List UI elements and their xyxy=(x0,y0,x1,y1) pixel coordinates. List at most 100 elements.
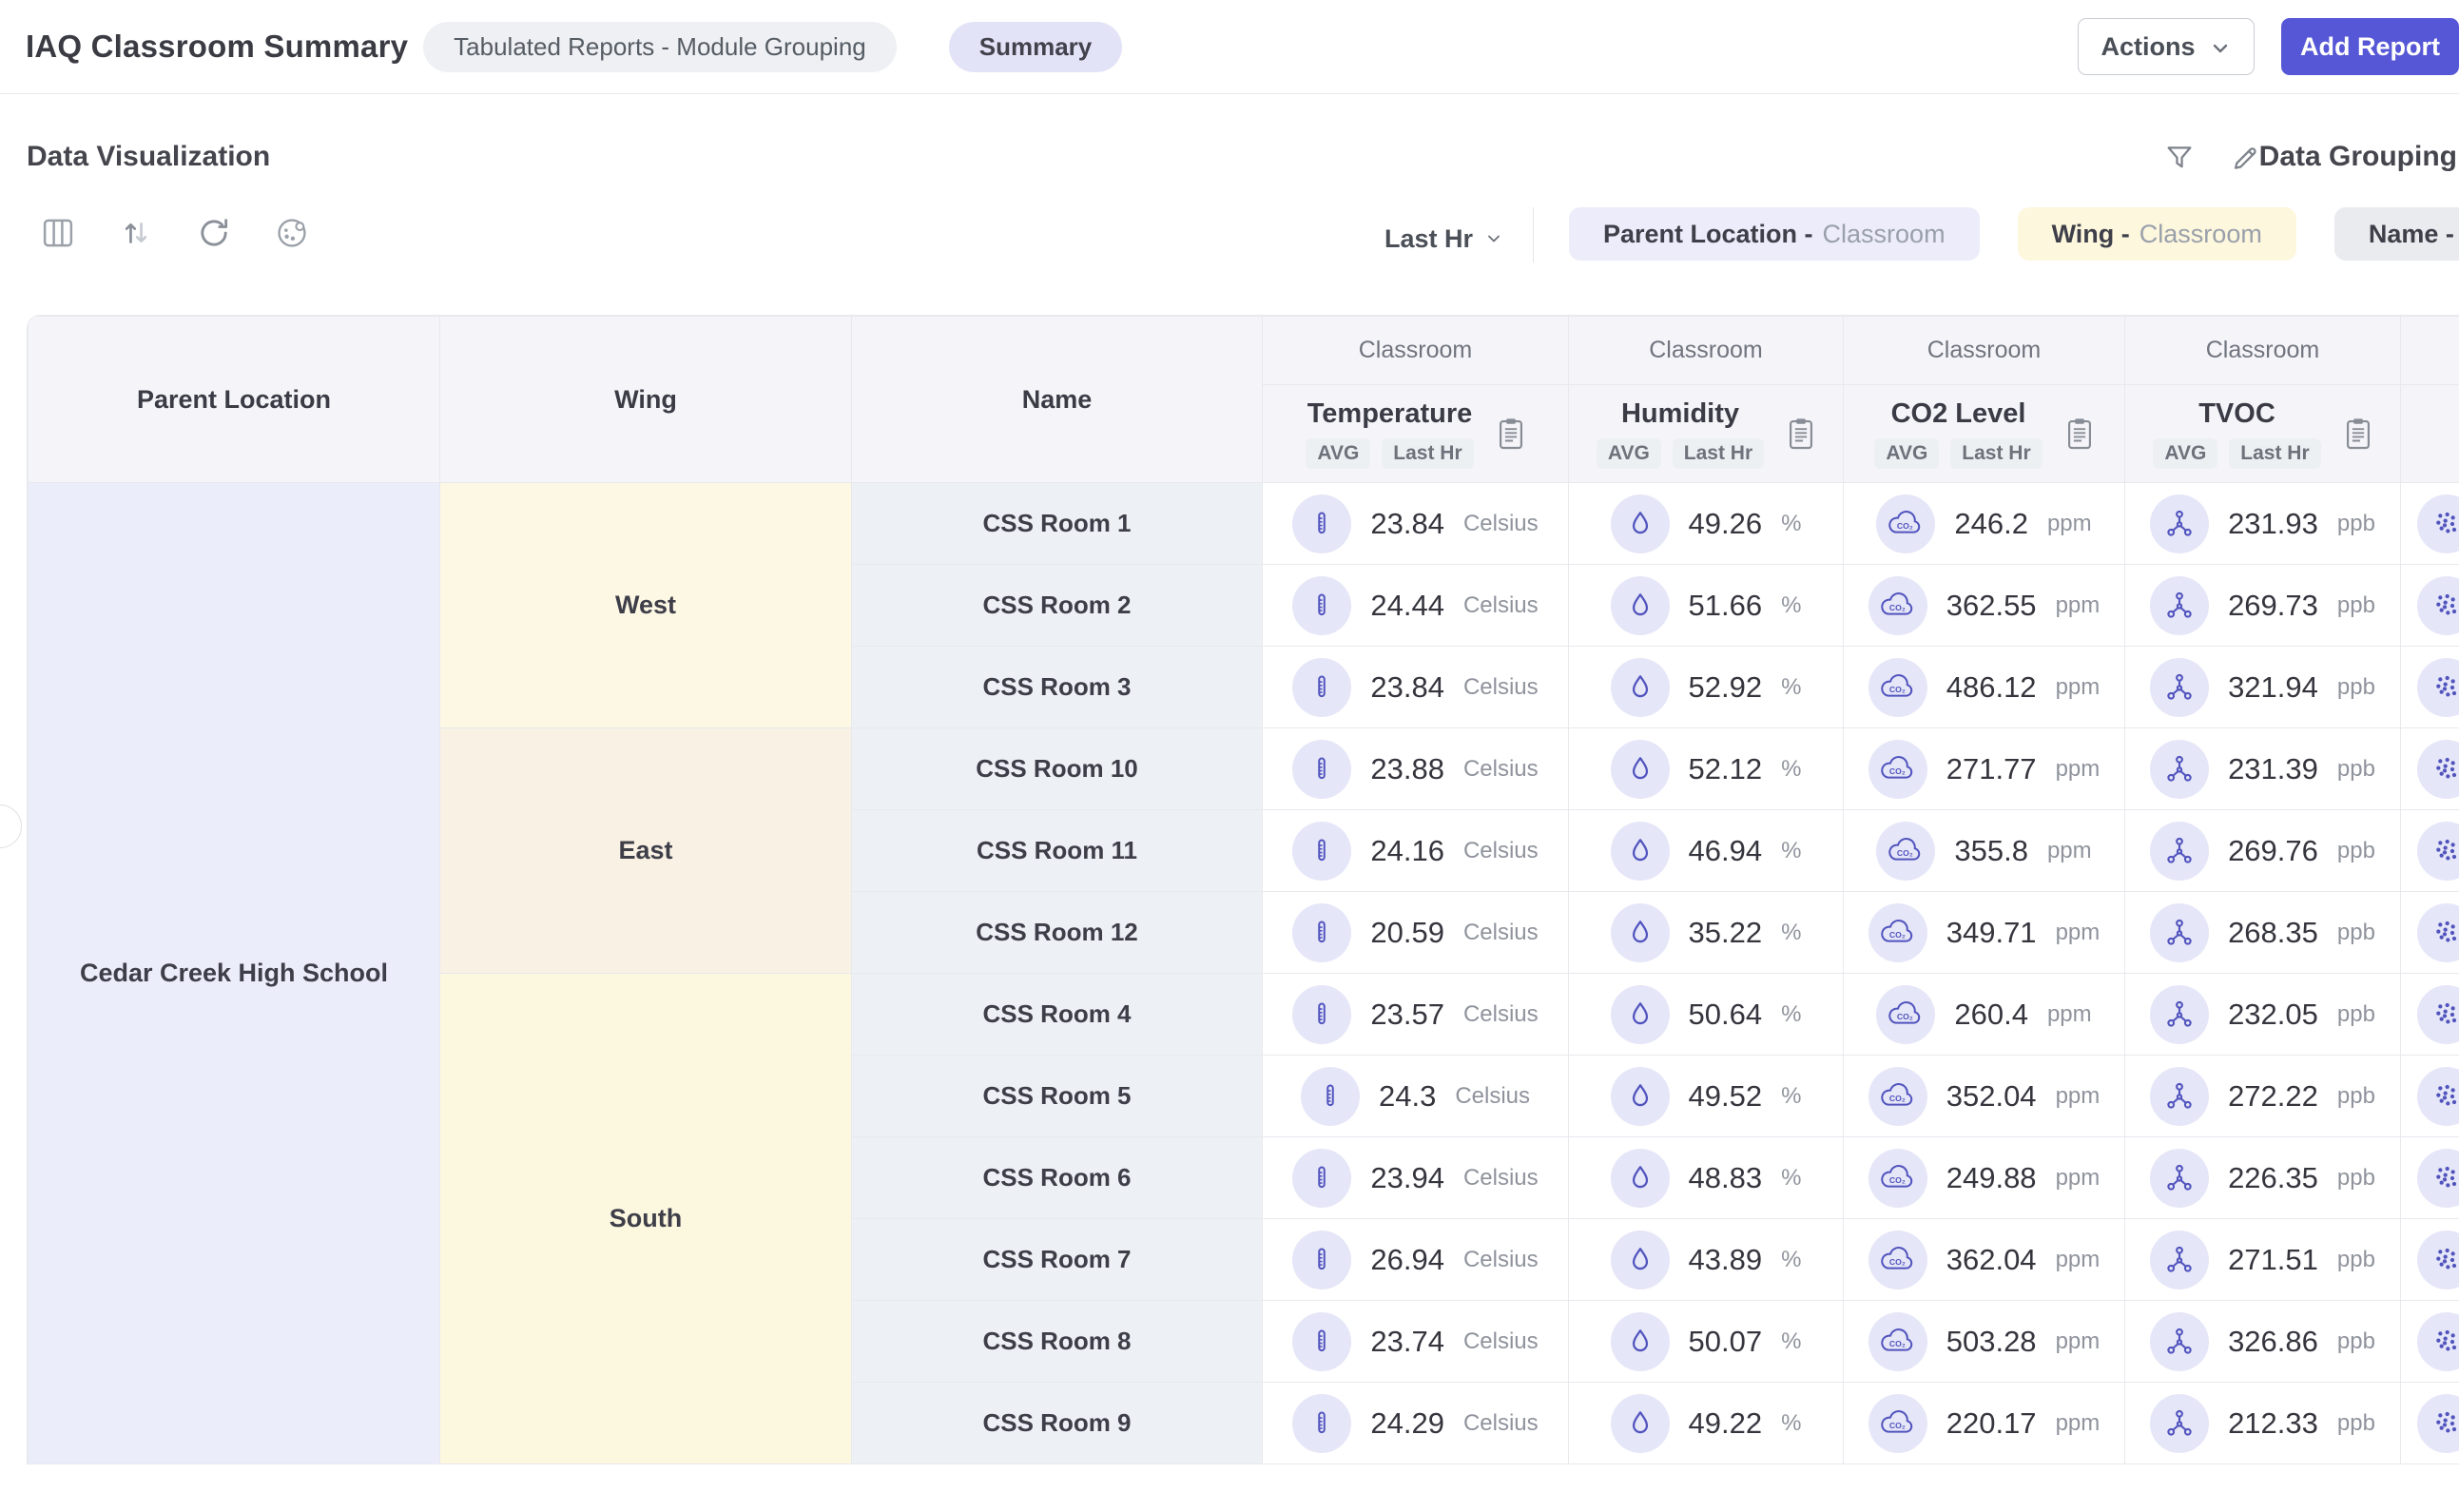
metric-cell-co2-level: CO₂ 220.17 ppm xyxy=(1844,1383,2125,1464)
drawer-handle[interactable] xyxy=(0,804,22,848)
clipboard-button[interactable] xyxy=(1497,417,1525,451)
metric-value: 260.4 xyxy=(1954,998,2028,1032)
clipboard-button[interactable] xyxy=(2065,417,2094,451)
thermometer-icon xyxy=(1307,919,1336,947)
grouping-chip-wing[interactable]: Wing -Classroom xyxy=(2018,207,2296,261)
metric-header-humidity[interactable]: HumidityAVGLast Hr xyxy=(1569,385,1844,483)
metric-unit: ppb xyxy=(2337,1247,2375,1273)
grouping-chip-field: Parent Location - xyxy=(1603,220,1813,249)
molecule-icon xyxy=(2163,917,2196,949)
room-name-cell: CSS Room 12 xyxy=(852,892,1263,974)
molecule-icon xyxy=(2163,1080,2196,1113)
metric-header-co2-level[interactable]: CO2 LevelAVGLast Hr xyxy=(1844,385,2125,483)
metric-value: 272.22 xyxy=(2228,1079,2318,1114)
metric-unit: ppb xyxy=(2337,1410,2375,1437)
metric-value: 23.57 xyxy=(1370,998,1444,1032)
metric-cell-tvoc: 271.51ppb xyxy=(2125,1219,2401,1301)
metric-cell-partial xyxy=(2401,1219,2459,1301)
co2-cloud-icon: CO₂ xyxy=(1879,1082,1917,1111)
metric-value: 362.04 xyxy=(1946,1243,2037,1277)
parent-location-cell: Cedar Creek High School xyxy=(29,483,440,1464)
metric-value: 349.71 xyxy=(1946,916,2037,950)
pm-dots-icon xyxy=(2431,1163,2459,1193)
metric-value: 231.93 xyxy=(2228,507,2318,541)
grouping-chip-suffix: Classroom xyxy=(1823,220,1946,249)
metric-header-tvoc[interactable]: TVOCAVGLast Hr xyxy=(2125,385,2401,483)
metric-cell-humidity: 50.07% xyxy=(1569,1301,1844,1383)
refresh-button[interactable] xyxy=(192,211,236,255)
time-range-dropdown[interactable]: Last Hr xyxy=(1384,215,1503,262)
grouping-chips: Parent Location - Classroom Wing -Classroo… xyxy=(1569,207,2459,261)
metric-cell-partial xyxy=(2401,974,2459,1056)
metric-value: 355.8 xyxy=(1954,834,2028,868)
metric-value: 24.16 xyxy=(1370,834,1444,868)
grouping-chip-parent-location[interactable]: Parent Location - Classroom xyxy=(1569,207,1980,261)
metric-value: 35.22 xyxy=(1689,916,1763,950)
metric-value: 486.12 xyxy=(1946,670,2037,705)
clipboard-button[interactable] xyxy=(2344,417,2372,451)
sort-button[interactable] xyxy=(114,211,158,255)
metric-unit: ppm xyxy=(2056,1410,2101,1437)
section-title: Data Visualization xyxy=(27,141,270,173)
metric-unit: ppm xyxy=(2056,920,2101,946)
filter-button[interactable] xyxy=(2159,137,2200,179)
grouping-chip-name[interactable]: Name -Classroom xyxy=(2334,207,2459,261)
columns-button[interactable] xyxy=(36,211,80,255)
svg-text:CO₂: CO₂ xyxy=(1889,1420,1906,1429)
droplet-icon xyxy=(1625,1408,1655,1439)
metric-cell-partial xyxy=(2401,1137,2459,1219)
metric-unit: ppm xyxy=(2056,1165,2101,1192)
metric-cell-tvoc: 321.94ppb xyxy=(2125,647,2401,728)
metric-label: Temperature xyxy=(1307,398,1473,430)
metric-cell-temperature: 23.88Celsius xyxy=(1263,728,1569,810)
thermometer-icon xyxy=(1307,1000,1336,1029)
molecule-icon xyxy=(2163,508,2196,540)
report-type-chip[interactable]: Tabulated Reports - Module Grouping xyxy=(423,22,897,72)
room-name-cell: CSS Room 1 xyxy=(852,483,1263,565)
metric-value: 49.52 xyxy=(1689,1079,1763,1114)
metric-cell-temperature: 24.3Celsius xyxy=(1263,1056,1569,1137)
metric-unit: Celsius xyxy=(1463,1001,1539,1028)
metric-unit: ppm xyxy=(2056,1083,2101,1110)
metric-cell-humidity: 52.12% xyxy=(1569,728,1844,810)
metric-cell-temperature: 24.16Celsius xyxy=(1263,810,1569,892)
molecule-icon xyxy=(2163,1326,2196,1358)
metric-badge: AVG xyxy=(1597,438,1661,469)
metric-value: 326.86 xyxy=(2228,1325,2318,1359)
metric-unit: % xyxy=(1781,1083,1801,1110)
actions-button[interactable]: Actions xyxy=(2078,18,2255,75)
co2-cloud-icon: CO₂ xyxy=(1879,591,1917,620)
co2-cloud-icon: CO₂ xyxy=(1879,1409,1917,1438)
actions-button-label: Actions xyxy=(2101,32,2195,62)
metric-value: 220.17 xyxy=(1946,1406,2037,1441)
metric-unit: ppm xyxy=(2047,511,2092,537)
metric-value: 20.59 xyxy=(1370,916,1444,950)
metric-value: 49.22 xyxy=(1689,1406,1763,1441)
metric-unit: % xyxy=(1781,920,1801,946)
palette-button[interactable] xyxy=(270,211,314,255)
clipboard-button[interactable] xyxy=(1787,417,1815,451)
metric-cell-partial xyxy=(2401,1056,2459,1137)
molecule-icon xyxy=(2163,1407,2196,1440)
co2-cloud-icon: CO₂ xyxy=(1879,755,1917,784)
chevron-down-icon xyxy=(2209,34,2232,60)
metric-cell-temperature: 20.59Celsius xyxy=(1263,892,1569,974)
metric-value: 46.94 xyxy=(1689,834,1763,868)
metric-badge: AVG xyxy=(1874,438,1939,469)
metric-unit: ppb xyxy=(2337,838,2375,864)
metric-value: 24.3 xyxy=(1379,1079,1436,1114)
pm-dots-icon xyxy=(2431,836,2459,866)
toolbar-divider xyxy=(1533,207,1534,262)
add-report-button[interactable]: Add Report xyxy=(2281,18,2459,75)
metric-unit: % xyxy=(1781,511,1801,537)
clipboard-icon xyxy=(2065,417,2094,451)
svg-text:CO₂: CO₂ xyxy=(1897,520,1913,530)
svg-text:CO₂: CO₂ xyxy=(1889,1093,1906,1102)
data-table-wrap: Parent LocationWingNameClassroomClassroo… xyxy=(27,315,2459,1464)
metric-unit: Celsius xyxy=(1463,592,1539,619)
metric-header-temperature[interactable]: TemperatureAVGLast Hr xyxy=(1263,385,1569,483)
metric-badge: Last Hr xyxy=(1382,438,1473,469)
metric-unit: % xyxy=(1781,674,1801,701)
metric-cell-humidity: 48.83% xyxy=(1569,1137,1844,1219)
summary-tab-chip[interactable]: Summary xyxy=(949,22,1123,72)
